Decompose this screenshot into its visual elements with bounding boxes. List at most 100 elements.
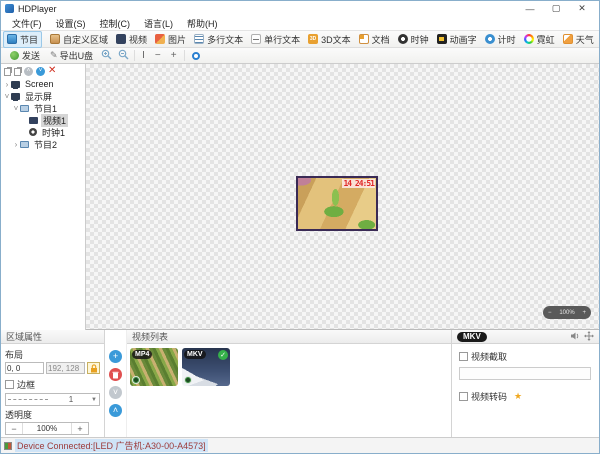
expander-icon[interactable]: ˅ [3, 92, 11, 101]
design-canvas[interactable]: 14 24:51 − 100% + [86, 64, 599, 330]
canvas-zoom-out[interactable]: − [548, 310, 552, 316]
toolbar-document[interactable]: 文档 [355, 31, 394, 48]
opacity-label: 透明度 [5, 408, 100, 421]
export-usb-button[interactable]: ✎导出U盘 [45, 49, 98, 62]
video-capture-input[interactable] [459, 367, 591, 380]
expander-icon[interactable]: ˅ [12, 104, 20, 113]
clock-node-icon [29, 128, 37, 136]
move-icon[interactable] [584, 331, 594, 343]
send-button[interactable]: 发送 [5, 49, 45, 62]
toolbar-video-label: 视频 [129, 33, 147, 46]
toolbar-weather[interactable]: 天气 [559, 31, 598, 48]
menu-language[interactable]: 语言(L) [137, 17, 180, 30]
expander-icon[interactable]: › [3, 80, 11, 89]
add-video-button[interactable]: + [109, 350, 122, 363]
opacity-stepper[interactable]: − 100% + [5, 422, 89, 435]
delete-node-icon[interactable]: ✕ [48, 66, 56, 76]
opacity-increase-button[interactable]: + [72, 424, 88, 434]
copy-icon[interactable] [4, 68, 11, 76]
border-style-select[interactable]: 1 ▼ [5, 393, 100, 406]
shrink-tool[interactable]: − [150, 50, 166, 61]
enlarge-tool[interactable]: + [166, 50, 182, 61]
toolbar-multiline-text[interactable]: 多行文本 [190, 31, 247, 48]
tree-item-video1[interactable]: 视频1 [1, 114, 85, 126]
export-usb-icon: ✎ [50, 50, 58, 61]
toolbar-neon-label: 霓虹 [537, 33, 555, 46]
weather-icon [563, 34, 573, 44]
video-options-panel: MKV 视频截取 视频转码 ★ [451, 330, 599, 437]
tree-item-program1[interactable]: ˅ 节目1 [1, 102, 85, 114]
toolbar-animated-text[interactable]: 动画字 [433, 31, 481, 48]
tree-toolbar: ˄ ˅ ✕ [1, 64, 85, 78]
selected-check-icon: ✓ [218, 350, 228, 360]
volume-icon[interactable] [570, 331, 580, 343]
tree-label: 节目2 [32, 138, 59, 151]
program-node-icon [20, 141, 29, 148]
border-style-preview [8, 399, 48, 400]
menu-settings[interactable]: 设置(S) [49, 17, 93, 30]
close-button[interactable]: ✕ [569, 2, 595, 16]
title-bar: HDPlayer — ▢ ✕ [1, 1, 599, 16]
toolbar-image[interactable]: 图片 [151, 31, 190, 48]
size-input[interactable] [46, 362, 85, 374]
image-icon [155, 34, 165, 44]
toolbar-multiline-text-label: 多行文本 [207, 33, 243, 46]
position-input[interactable] [5, 362, 44, 374]
move-down-icon[interactable]: ˅ [36, 67, 45, 76]
toolbar-clock-label: 时钟 [411, 33, 429, 46]
toolbar-program[interactable]: 节目 [3, 31, 42, 48]
toolbar-timer-label: 计时 [498, 33, 516, 46]
monitor-icon [11, 81, 20, 88]
toolbar-document-label: 文档 [372, 33, 390, 46]
menu-bar: 文件(F) 设置(S) 控制(C) 语言(L) 帮助(H) [1, 16, 599, 31]
maximize-button[interactable]: ▢ [543, 2, 569, 16]
format-badge: MP4 [132, 350, 152, 359]
minimize-button[interactable]: — [517, 2, 543, 16]
menu-control[interactable]: 控制(C) [93, 17, 138, 30]
tree-item-screen[interactable]: › Screen [1, 78, 85, 90]
info-icon[interactable] [192, 52, 200, 60]
video-transcode-checkbox[interactable] [459, 392, 468, 401]
border-checkbox[interactable] [5, 380, 14, 389]
toolbar-singleline-text[interactable]: 单行文本 [247, 31, 304, 48]
chevron-down-icon: ▼ [91, 397, 97, 403]
canvas-zoom-value: 100% [559, 310, 574, 316]
menu-file[interactable]: 文件(F) [5, 17, 49, 30]
video-list-header: 视频列表 [127, 330, 451, 344]
toolbar-video[interactable]: 视频 [112, 31, 151, 48]
toolbar-timer[interactable]: 计时 [481, 31, 520, 48]
video-thumbnail-mkv[interactable]: MKV ✓ [182, 348, 230, 386]
canvas-zoom-control[interactable]: − 100% + [543, 306, 591, 319]
toolbar-custom-area[interactable]: 自定义区域 [46, 31, 112, 48]
zoom-out-icon[interactable] [118, 47, 129, 65]
border-label: 边框 [17, 378, 35, 391]
toolbar-clock[interactable]: 时钟 [394, 31, 433, 48]
move-video-up-button[interactable]: ˄ [109, 404, 122, 417]
connection-icon [4, 442, 12, 450]
video-thumbnail-mp4[interactable]: MP4 [130, 348, 178, 386]
clock-overlay-region[interactable]: 14 24:51 [342, 179, 375, 188]
delete-video-button[interactable] [109, 368, 122, 381]
singleline-text-icon [251, 34, 261, 44]
video-capture-checkbox[interactable] [459, 352, 468, 361]
clock-icon [398, 34, 408, 44]
paste-icon[interactable] [14, 68, 21, 76]
tree-item-clock1[interactable]: 时钟1 [1, 126, 85, 138]
tree-label: Screen [23, 79, 56, 89]
cursor-tool[interactable]: I [137, 50, 150, 61]
move-video-down-button[interactable]: ˅ [109, 386, 122, 399]
video-capture-label: 视频截取 [471, 350, 507, 363]
tree-item-display[interactable]: ˅ 显示屏 [1, 90, 85, 102]
toolbar-neon[interactable]: 霓虹 [520, 31, 559, 48]
menu-help[interactable]: 帮助(H) [180, 17, 225, 30]
canvas-zoom-in[interactable]: + [582, 310, 586, 316]
lock-ratio-button[interactable] [87, 362, 100, 374]
move-up-icon[interactable]: ˄ [24, 67, 33, 76]
tree-item-program2[interactable]: › 节目2 [1, 138, 85, 150]
toolbar-3d-text[interactable]: 3D3D文本 [304, 31, 355, 48]
expander-icon[interactable]: › [12, 140, 20, 149]
opacity-decrease-button[interactable]: − [6, 424, 22, 434]
video-preview-region[interactable]: 14 24:51 [296, 176, 378, 231]
export-usb-label: 导出U盘 [60, 49, 94, 62]
zoom-in-icon[interactable] [101, 47, 112, 65]
